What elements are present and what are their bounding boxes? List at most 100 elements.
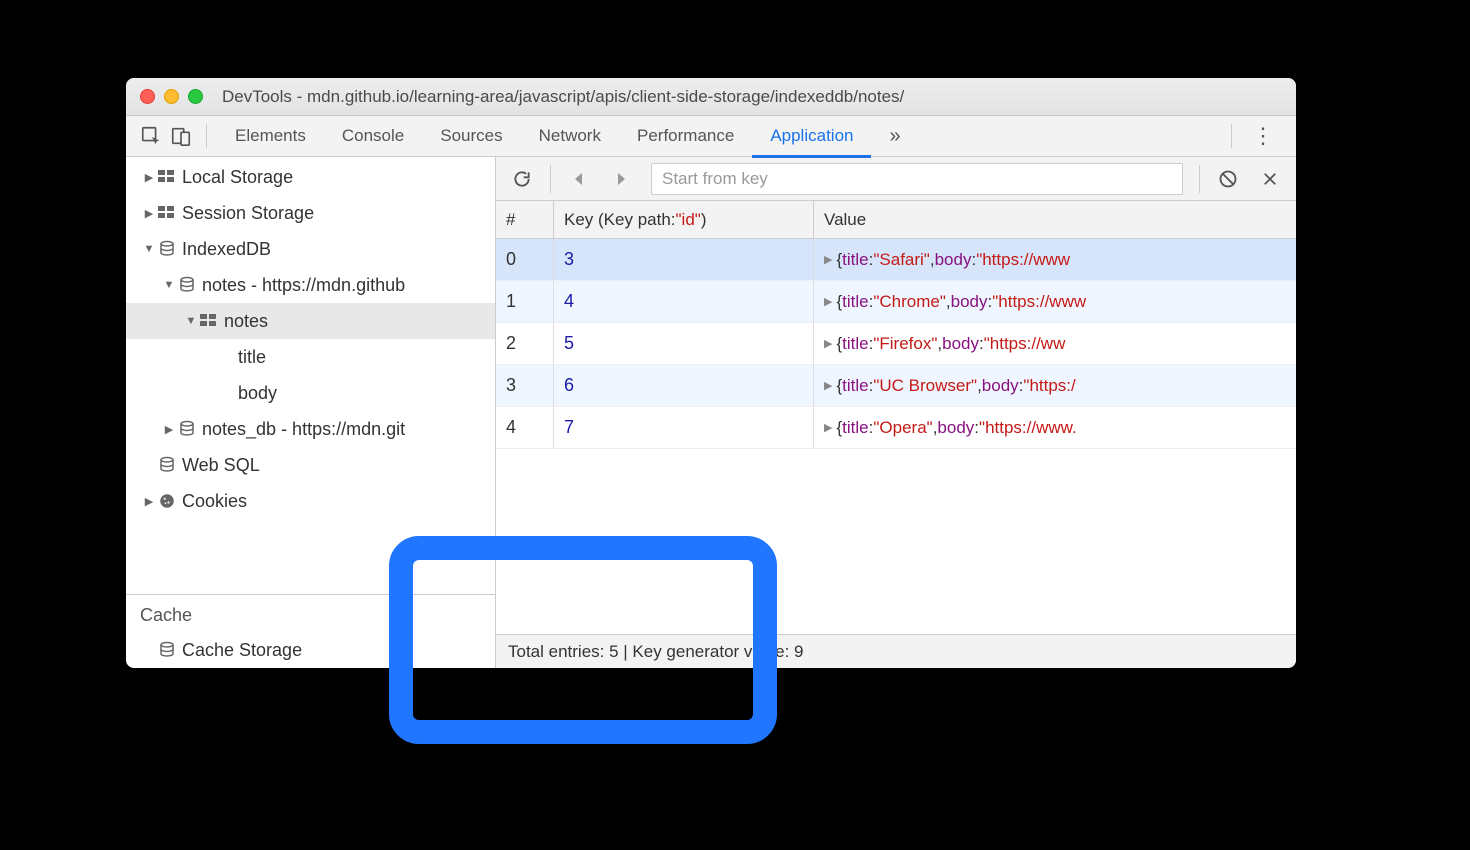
separator [550,165,551,193]
expand-arrow-icon[interactable]: ▶ [142,171,156,184]
tab-performance[interactable]: Performance [619,116,752,157]
cell-value: ▶{title: "Opera", body: "https://www. [814,407,1296,448]
tab-elements[interactable]: Elements [217,116,324,157]
expand-arrow-icon[interactable]: ▶ [142,495,156,508]
cell-key: 7 [554,407,814,448]
db-icon [158,240,176,258]
expand-arrow-icon[interactable]: ▼ [184,315,198,327]
cell-index: 1 [496,281,554,322]
divider [1231,124,1232,148]
cell-index: 0 [496,239,554,280]
tree-item-label: Cookies [182,491,247,512]
tree-item[interactable]: Web SQL [126,447,495,483]
close-button[interactable] [140,89,155,104]
search-input-wrapper[interactable] [651,163,1183,195]
sidebar: ▶ Local Storage ▶ Session Storage ▼ IndexedDB… [126,157,496,668]
window-title: DevTools - mdn.github.io/learning-area/j… [222,87,904,107]
tab-bar: ElementsConsoleSourcesNetworkPerformance… [126,116,1296,157]
cell-index: 4 [496,407,554,448]
tree-item[interactable]: body [126,375,495,411]
table-header: # Key (Key path: "id") Value [496,201,1296,239]
table-row[interactable]: 14▶{title: "Chrome", body: "https://www [496,281,1296,323]
maximize-button[interactable] [188,89,203,104]
expand-triangle-icon[interactable]: ▶ [824,253,832,266]
tree-item[interactable]: ▼ notes [126,303,495,339]
tree-item-label: notes_db - https://mdn.git [202,419,405,440]
tree-item-label: Web SQL [182,455,260,476]
tree-item-label: Local Storage [182,167,293,188]
cell-value: ▶{title: "Firefox", body: "https://ww [814,323,1296,364]
separator [1199,165,1200,193]
tree-item-label: notes - https://mdn.github [202,275,405,296]
tree-item-label: title [238,347,266,368]
tab-console[interactable]: Console [324,116,422,157]
expand-arrow-icon[interactable]: ▶ [162,423,176,436]
status-bar: Total entries: 5 | Key generator value: … [496,634,1296,668]
table-row[interactable]: 36▶{title: "UC Browser", body: "https:/ [496,365,1296,407]
col-value-header[interactable]: Value [814,201,1296,238]
table-row[interactable]: 47▶{title: "Opera", body: "https://www. [496,407,1296,449]
db-icon [158,456,176,474]
expand-arrow-icon[interactable]: ▼ [142,243,156,255]
tabs: ElementsConsoleSourcesNetworkPerformance… [217,116,871,157]
device-toggle-icon[interactable] [166,121,196,151]
cell-value: ▶{title: "Chrome", body: "https://www [814,281,1296,322]
next-page-icon[interactable] [601,161,641,197]
cell-index: 3 [496,365,554,406]
table-row[interactable]: 25▶{title: "Firefox", body: "https://ww [496,323,1296,365]
cell-key: 4 [554,281,814,322]
cell-key: 5 [554,323,814,364]
kebab-menu-icon[interactable]: ⋮ [1242,123,1286,149]
tree-item-label: IndexedDB [182,239,271,260]
db-icon [178,420,196,438]
tree-item[interactable]: ▶ notes_db - https://mdn.git [126,411,495,447]
data-toolbar [496,157,1296,201]
expand-triangle-icon[interactable]: ▶ [824,337,832,350]
minimize-button[interactable] [164,89,179,104]
clear-icon[interactable] [1208,161,1248,197]
tree-item[interactable]: ▶ Session Storage [126,195,495,231]
search-input[interactable] [662,169,1172,189]
grid-icon [200,314,218,328]
cell-index: 2 [496,323,554,364]
tree-item-label: Cache Storage [182,640,302,661]
cell-value: ▶{title: "UC Browser", body: "https:/ [814,365,1296,406]
cookie-icon [158,492,176,510]
content: ▶ Local Storage ▶ Session Storage ▼ IndexedDB… [126,157,1296,668]
tree-item[interactable]: title [126,339,495,375]
col-index-header[interactable]: # [496,201,554,238]
divider [206,124,207,148]
cell-key: 3 [554,239,814,280]
cache-section-header: Cache [126,594,495,632]
tree-item-label: body [238,383,277,404]
table-body: 03▶{title: "Safari", body: "https://www1… [496,239,1296,449]
tree-item-label: notes [224,311,268,332]
col-key-header[interactable]: Key (Key path: "id") [554,201,814,238]
expand-triangle-icon[interactable]: ▶ [824,379,832,392]
tab-application[interactable]: Application [752,116,871,157]
cache-list: Cache Storage [126,632,495,668]
tab-sources[interactable]: Sources [422,116,520,157]
tree-item[interactable]: ▼ IndexedDB [126,231,495,267]
tab-network[interactable]: Network [521,116,619,157]
table-row[interactable]: 03▶{title: "Safari", body: "https://www [496,239,1296,281]
tree-item-label: Session Storage [182,203,314,224]
prev-page-icon[interactable] [559,161,599,197]
more-tabs-button[interactable]: » [879,125,910,148]
expand-triangle-icon[interactable]: ▶ [824,421,832,434]
right-pane: # Key (Key path: "id") Value 03▶{title: … [496,157,1296,668]
tree-item[interactable]: ▶ Local Storage [126,159,495,195]
data-table: # Key (Key path: "id") Value 03▶{title: … [496,201,1296,634]
tree-item[interactable]: ▼ notes - https://mdn.github [126,267,495,303]
expand-arrow-icon[interactable]: ▶ [142,207,156,220]
inspect-icon[interactable] [136,121,166,151]
refresh-icon[interactable] [502,161,542,197]
cell-key: 6 [554,365,814,406]
storage-tree: ▶ Local Storage ▶ Session Storage ▼ IndexedDB… [126,157,495,594]
tree-item[interactable]: Cache Storage [126,632,495,668]
delete-icon[interactable] [1250,161,1290,197]
expand-triangle-icon[interactable]: ▶ [824,295,832,308]
expand-arrow-icon[interactable]: ▼ [162,279,176,291]
tree-item[interactable]: ▶ Cookies [126,483,495,519]
grid-icon [158,206,176,220]
